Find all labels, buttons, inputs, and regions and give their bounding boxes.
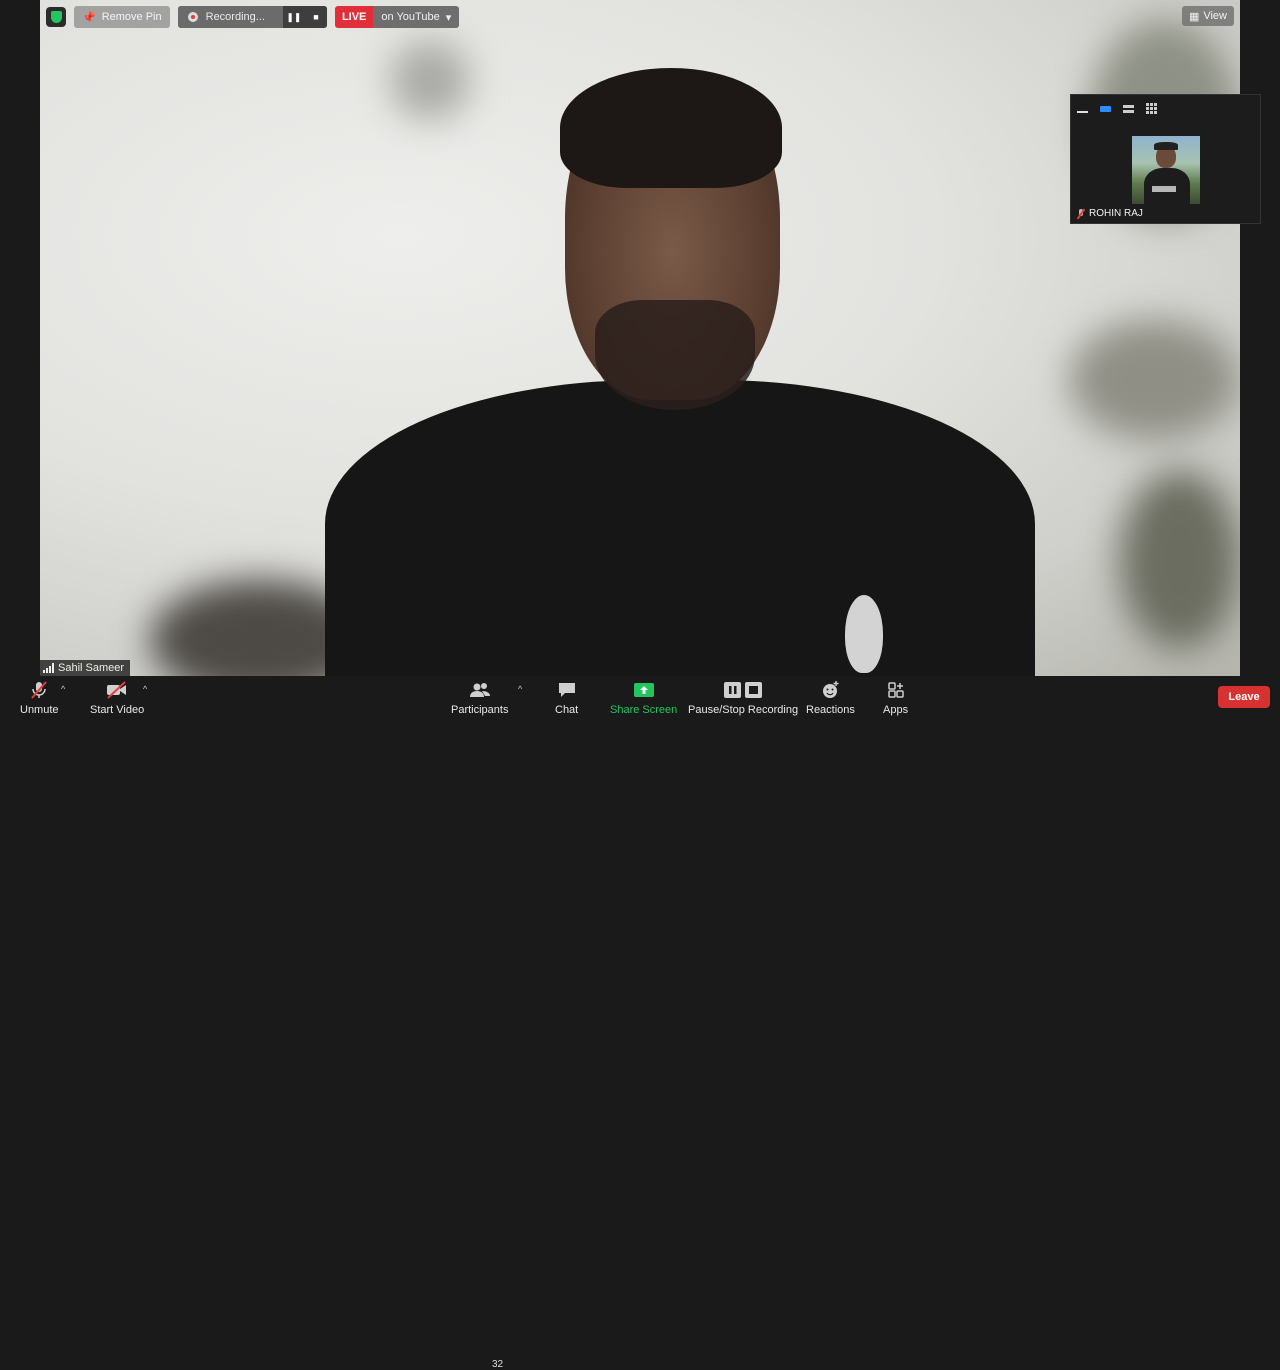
remove-pin-label: Remove Pin (101, 11, 162, 23)
leave-button[interactable]: Leave (1218, 686, 1270, 708)
unmute-label: Unmute (20, 704, 59, 716)
participant-thumbnail-video (1132, 136, 1200, 204)
background-blur (1070, 320, 1240, 440)
main-video (40, 0, 1240, 676)
muted-mic-icon (1077, 208, 1085, 219)
speaker-name-tag: Sahil Sameer (40, 660, 131, 676)
chevron-up-icon[interactable]: ^ (518, 684, 522, 694)
video-off-icon (106, 680, 128, 700)
remove-pin-button[interactable]: 📌 Remove Pin (74, 6, 170, 28)
chat-label: Chat (555, 704, 579, 716)
security-shield-icon[interactable] (46, 7, 66, 27)
view-label: View (1203, 10, 1227, 22)
view-button[interactable]: ▦ View (1181, 6, 1234, 26)
speaker-beard (595, 300, 755, 410)
share-screen-icon (633, 680, 655, 700)
chevron-down-icon: ▾ (445, 11, 452, 24)
stop-recording-icon[interactable]: ■ (304, 6, 327, 28)
live-destination-label: on YouTube (381, 11, 440, 23)
unmute-button[interactable]: Unmute (20, 680, 59, 716)
grid-view-icon: ▦ (1188, 10, 1200, 23)
recording-status: Recording... (177, 6, 283, 28)
speaker-body (325, 380, 1035, 676)
pause-stop-recording-label: Pause/Stop Recording (688, 704, 799, 716)
signal-strength-icon (43, 663, 54, 673)
pin-icon: 📌 (82, 11, 96, 24)
recording-icon (187, 12, 198, 22)
participant-count: 32 (492, 1359, 504, 1370)
reactions-icon (820, 680, 840, 700)
strip-view-icon[interactable] (1123, 104, 1134, 113)
participants-button[interactable]: Participants (451, 680, 508, 716)
pause-stop-icon (723, 680, 763, 700)
start-video-label: Start Video (90, 704, 145, 716)
meeting-top-bar: 📌 Remove Pin Recording... ❚❚ ■ LIVE on Y… (46, 6, 460, 28)
chat-icon (557, 680, 577, 700)
participants-label: Participants (451, 704, 509, 716)
chat-button[interactable]: Chat (555, 680, 578, 716)
background-blur (390, 40, 470, 120)
apps-button[interactable]: Apps (883, 680, 908, 716)
chevron-up-icon[interactable]: ^ (143, 684, 147, 694)
speaker-hair (560, 68, 782, 188)
share-screen-button[interactable]: Share Screen (610, 680, 677, 716)
live-destination-dropdown[interactable]: on YouTube ▾ (373, 6, 460, 28)
thumbnail-view-controls (1071, 95, 1260, 115)
pause-recording-icon[interactable]: ❚❚ (282, 6, 305, 28)
reactions-label: Reactions (806, 704, 855, 716)
pause-stop-recording-button[interactable]: Pause/Stop Recording (688, 680, 798, 716)
recording-label: Recording... (205, 11, 265, 23)
minimize-icon[interactable] (1077, 103, 1088, 113)
live-badge: LIVE (334, 6, 374, 28)
apps-label: Apps (883, 704, 909, 716)
thumbnail-panel[interactable]: ROHIN RAJ (1070, 94, 1261, 224)
gallery-view-icon[interactable] (1146, 102, 1157, 114)
reactions-button[interactable]: Reactions (806, 680, 855, 716)
background-blur (1120, 470, 1240, 650)
participants-icon (469, 680, 491, 700)
muted-mic-icon (29, 680, 49, 700)
shirt-logo (845, 595, 883, 673)
participant-name-tag: ROHIN RAJ (1077, 208, 1143, 219)
start-video-button[interactable]: Start Video (90, 680, 144, 716)
speaker-view-icon[interactable] (1100, 106, 1111, 112)
meeting-toolbar: Unmute ^ Start Video ^ Participants 32 ^… (0, 676, 1280, 1370)
apps-icon (886, 680, 906, 700)
live-stream-indicator[interactable]: LIVE on YouTube ▾ (334, 6, 460, 28)
chevron-up-icon[interactable]: ^ (61, 684, 65, 694)
speaker-name: Sahil Sameer (58, 662, 125, 674)
recording-indicator: Recording... ❚❚ ■ (177, 6, 327, 28)
share-screen-label: Share Screen (610, 704, 678, 716)
participant-name: ROHIN RAJ (1089, 208, 1143, 219)
